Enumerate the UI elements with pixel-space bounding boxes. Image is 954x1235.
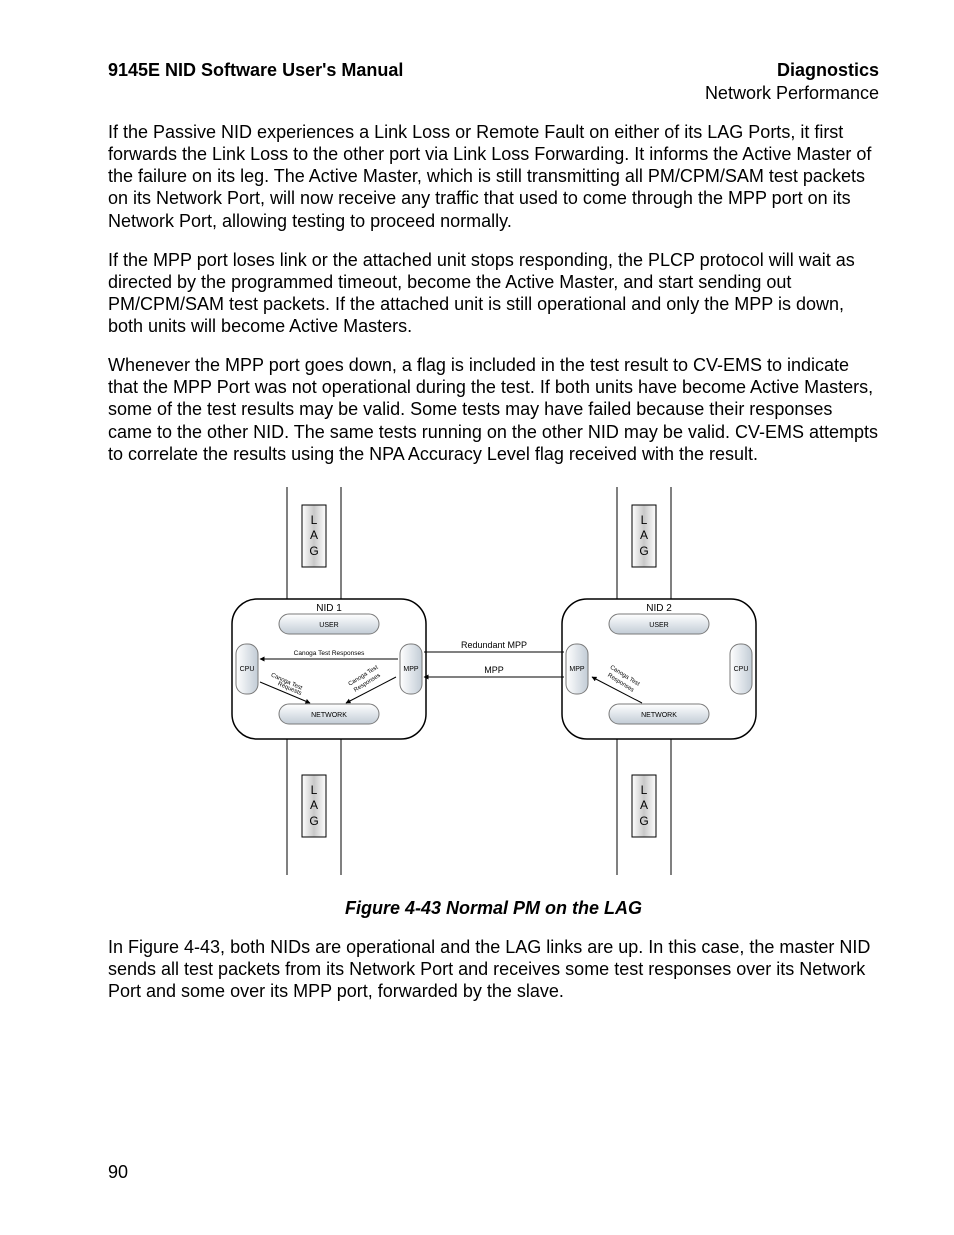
nid2-label: NID 2	[646, 603, 672, 614]
lag-letter: G	[309, 544, 318, 558]
redundant-mpp-label: Redundant MPP	[460, 640, 526, 650]
header-left: 9145E NID Software User's Manual	[108, 60, 403, 81]
cpu-label: CPU	[239, 666, 254, 673]
user-label: USER	[319, 622, 338, 629]
network-label: NETWORK	[641, 712, 677, 719]
nid1-label: NID 1	[316, 603, 342, 614]
lag-letter: A	[309, 528, 317, 542]
lag-letter: A	[639, 528, 647, 542]
lag-letter: A	[639, 798, 647, 812]
network-label: NETWORK	[311, 712, 347, 719]
lag-letter: L	[310, 513, 317, 527]
canoga-resp-label: Canoga Test Responses	[293, 650, 364, 657]
figure-container: L A G NID 1 USER NETWORK CPU MPP Canoga …	[214, 487, 774, 919]
lag-letter: G	[639, 544, 648, 558]
lag-letter: A	[309, 798, 317, 812]
paragraph-1: If the Passive NID experiences a Link Lo…	[108, 121, 879, 232]
cpu-label: CPU	[733, 666, 748, 673]
page-number: 90	[108, 1162, 128, 1183]
header-right: Diagnostics	[777, 60, 879, 81]
paragraph-4: In Figure 4-43, both NIDs are operationa…	[108, 936, 879, 1002]
lag-letter: L	[640, 513, 647, 527]
mpp-label: MPP	[569, 666, 585, 673]
mpp-line-label: MPP	[484, 665, 504, 675]
lag-letter: G	[639, 814, 648, 828]
header-sub-right: Network Performance	[108, 83, 879, 104]
lag-letter: L	[640, 783, 647, 797]
paragraph-2: If the MPP port loses link or the attach…	[108, 249, 879, 338]
lag-letter: G	[309, 814, 318, 828]
page: 9145E NID Software User's Manual Diagnos…	[0, 0, 954, 1235]
paragraph-3: Whenever the MPP port goes down, a flag …	[108, 354, 879, 465]
user-label: USER	[649, 622, 668, 629]
header-row: 9145E NID Software User's Manual Diagnos…	[108, 60, 879, 81]
figure-svg: L A G NID 1 USER NETWORK CPU MPP Canoga …	[214, 487, 774, 887]
mpp-label: MPP	[403, 666, 419, 673]
figure-caption: Figure 4-43 Normal PM on the LAG	[214, 898, 774, 919]
lag-letter: L	[310, 783, 317, 797]
